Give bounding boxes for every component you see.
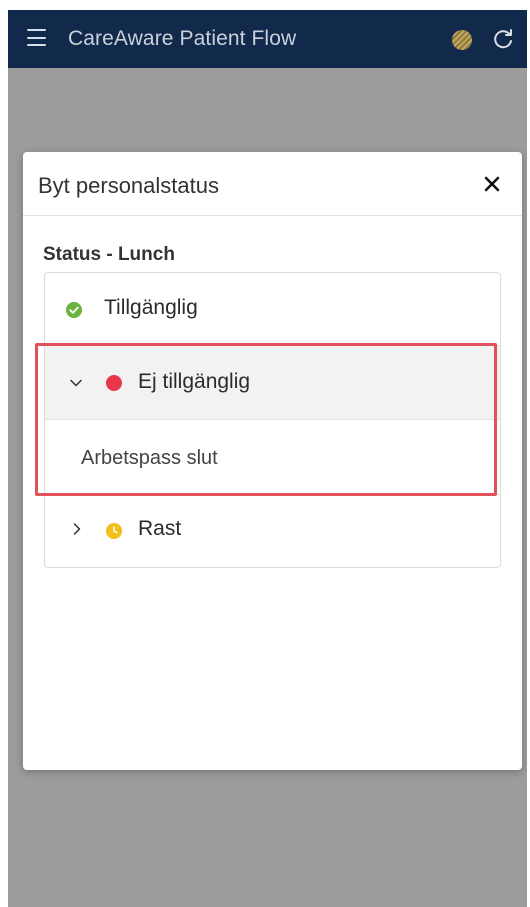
clock-icon xyxy=(106,523,122,539)
globe-icon[interactable] xyxy=(452,30,472,50)
substatus-label-shift-ended: Arbetspass slut xyxy=(81,447,218,469)
hamburger-menu-icon[interactable] xyxy=(27,29,46,46)
phone-screen: CareAware Patient Flow Byt personalstatu… xyxy=(8,10,527,907)
dialog-header: Byt personalstatus xyxy=(23,152,522,216)
close-icon[interactable] xyxy=(481,173,503,195)
status-option-break[interactable]: Rast xyxy=(45,495,500,567)
status-section-label: Status - Lunch xyxy=(43,244,175,265)
status-label-available: Tillgänglig xyxy=(104,296,198,319)
refresh-icon[interactable] xyxy=(491,27,515,51)
status-option-available[interactable]: Tillgänglig xyxy=(45,273,500,346)
chevron-right-icon[interactable] xyxy=(70,522,84,536)
check-circle-icon xyxy=(66,302,82,318)
status-option-unavailable[interactable]: Ej tillgänglig xyxy=(45,346,500,420)
app-title: CareAware Patient Flow xyxy=(68,27,297,50)
chevron-down-icon[interactable] xyxy=(69,376,83,390)
app-header: CareAware Patient Flow xyxy=(8,10,527,68)
status-label-break: Rast xyxy=(138,517,182,540)
dialog-title: Byt personalstatus xyxy=(38,173,219,198)
change-staff-status-dialog: Byt personalstatus Status - Lunch Tillgä… xyxy=(23,152,522,770)
substatus-option-shift-ended[interactable]: Arbetspass slut xyxy=(45,420,500,495)
status-list: Tillgänglig Ej tillgänglig Arbetspass sl… xyxy=(44,272,501,568)
status-label-unavailable: Ej tillgänglig xyxy=(138,370,251,393)
red-dot-icon xyxy=(106,375,122,391)
